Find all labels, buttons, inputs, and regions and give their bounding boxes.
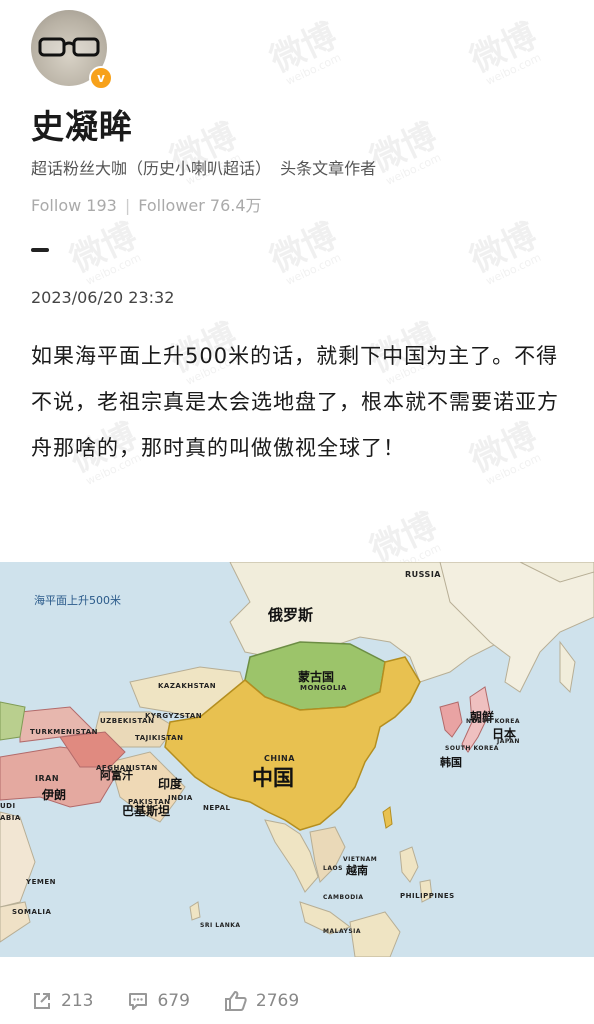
share-count: 213 xyxy=(61,991,94,1011)
post-text: 如果海平面上升500米的话，就剩下中国为主了。不得不说，老祖宗真是太会选地盘了，… xyxy=(31,344,559,460)
user-name[interactable]: 史凝眸 xyxy=(31,100,133,148)
comment-count: 679 xyxy=(157,991,190,1011)
share-icon xyxy=(34,993,50,1009)
label-south-korea: SOUTH KOREA xyxy=(445,745,499,752)
follow-stat[interactable]: Follow 193 xyxy=(31,196,117,215)
label-kazakhstan: KAZAKHSTAN xyxy=(158,682,217,690)
post-actions: 213 679 2769 xyxy=(31,990,333,1012)
label-cambodia: CAMBODIA xyxy=(323,894,364,901)
label-russia-cn: 俄罗斯 xyxy=(268,606,314,624)
label-mongolia-cn: 蒙古国 xyxy=(298,670,335,684)
share-button[interactable]: 213 xyxy=(31,990,93,1012)
section-divider xyxy=(31,248,49,252)
watermark: 微博 weibo.com xyxy=(464,215,544,288)
label-turkmenistan: TURKMENISTAN xyxy=(30,728,99,736)
label-afghanistan-cn: 阿富汗 xyxy=(100,769,133,782)
thumbs-up-icon xyxy=(224,991,247,1011)
badge-super-fan[interactable]: 超话粉丝大咖（历史小喇叭超话） xyxy=(31,159,271,178)
label-north-korea: NORTH KOREA xyxy=(466,718,521,725)
watermark: 微博 weibo.com xyxy=(464,15,544,88)
label-iran-cn: 伊朗 xyxy=(42,788,67,802)
label-arabia-partial: ABIA xyxy=(0,814,21,822)
label-russia: RUSSIA xyxy=(405,570,441,579)
label-laos: LAOS xyxy=(323,865,343,872)
like-count: 2769 xyxy=(255,991,300,1011)
stats-divider: | xyxy=(124,196,131,215)
label-sri-lanka: SRI LANKA xyxy=(200,922,241,929)
label-yemen: YEMEN xyxy=(26,878,56,886)
follower-stat[interactable]: Follower 76.4万 xyxy=(138,196,261,215)
label-japan: JAPAN xyxy=(497,738,520,745)
user-badges: 超话粉丝大咖（历史小喇叭超话） 头条文章作者 xyxy=(31,155,380,179)
comment-button[interactable]: 679 xyxy=(127,990,190,1012)
label-kyrgyzstan: KYRGYZSTAN xyxy=(145,712,203,720)
label-malaysia: MALAYSIA xyxy=(323,928,362,935)
watermark: 微博 weibo.com xyxy=(264,215,344,288)
label-vietnam-cn: 越南 xyxy=(346,864,368,877)
label-china-cn: 中国 xyxy=(252,766,294,790)
glasses-icon xyxy=(38,37,100,57)
watermark: 微博 weibo.com xyxy=(64,215,144,288)
badge-headline-author[interactable]: 头条文章作者 xyxy=(280,159,376,178)
label-pakistan-cn: 巴基斯坦 xyxy=(122,804,171,818)
label-nepal: NEPAL xyxy=(203,804,231,812)
user-stats: Follow 193 | Follower 76.4万 xyxy=(31,192,262,216)
like-button[interactable]: 2769 xyxy=(224,990,299,1012)
map-caption: 海平面上升500米 xyxy=(34,594,121,607)
label-mongolia: MONGOLIA xyxy=(300,684,347,692)
label-iran: IRAN xyxy=(35,774,60,783)
label-tajikistan: TAJIKISTAN xyxy=(135,734,184,742)
label-india: INDIA xyxy=(168,794,193,802)
label-india-cn: 印度 xyxy=(158,777,183,791)
post-date: 2023/06/20 23:32 xyxy=(31,288,175,307)
comment-icon xyxy=(129,993,148,1010)
post-image-map[interactable]: 海平面上升500米 RUSSIA 俄罗斯 蒙古国 MONGOLIA KAZAKH… xyxy=(0,562,594,957)
label-saudi-partial: UDI xyxy=(0,802,16,810)
verified-badge-icon: v xyxy=(89,66,113,90)
label-philippines: PHILIPPINES xyxy=(400,892,455,900)
watermark: 微博 weibo.com xyxy=(264,15,344,88)
label-somalia: SOMALIA xyxy=(12,908,52,916)
label-south-korea-cn: 韩国 xyxy=(440,756,462,769)
